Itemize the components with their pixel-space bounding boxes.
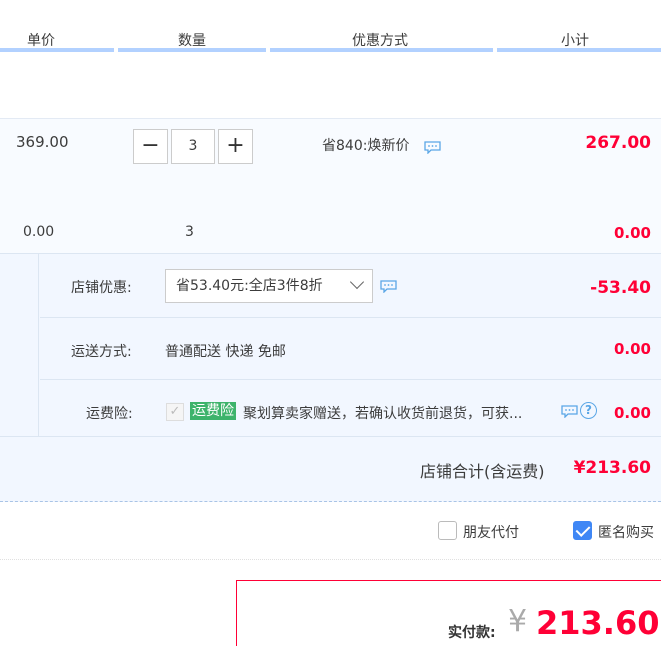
col-header-price: 单价 <box>27 33 55 49</box>
quantity-input[interactable]: 3 <box>171 129 215 164</box>
insurance-label: 运费险: <box>86 406 133 422</box>
payment-label: 实付款: <box>448 625 496 641</box>
shop-discount-selected: 省53.40元:全店3件8折 <box>176 278 323 294</box>
increase-quantity-button[interactable]: + <box>218 129 253 164</box>
shop-total-value: ¥213.60 <box>573 458 651 478</box>
insurance-description: 聚划算卖家赠送，若确认收货前退货，可获... <box>243 406 523 422</box>
gift-quantity: 3 <box>185 224 194 240</box>
shop-discount-select[interactable]: 省53.40元:全店3件8折 <box>165 269 373 303</box>
question-circle-icon[interactable]: ? <box>580 402 597 419</box>
anonymous-purchase-checkbox[interactable] <box>573 521 592 540</box>
decrease-quantity-button[interactable]: − <box>133 129 168 164</box>
chevron-down-icon <box>349 274 365 290</box>
gift-subtotal: 0.00 <box>613 224 651 242</box>
col-header-promotion: 优惠方式 <box>352 33 408 49</box>
shop-total-label: 店铺合计(含运费) <box>420 462 545 481</box>
anonymous-purchase-label[interactable]: 匿名购买 <box>598 522 654 542</box>
header-divider <box>118 48 266 52</box>
item-unit-price: 369.00 <box>16 133 69 151</box>
header-divider <box>270 48 493 52</box>
header-divider <box>497 48 661 52</box>
shop-left-strip <box>0 254 39 437</box>
item-subtotal: 267.00 <box>585 133 651 153</box>
friend-pay-checkbox[interactable] <box>438 521 457 540</box>
col-header-subtotal: 小计 <box>561 33 589 49</box>
payment-currency: ¥ <box>508 604 528 639</box>
friend-pay-label[interactable]: 朋友代付 <box>463 522 519 542</box>
insurance-tag: 运费险 <box>190 402 236 420</box>
order-options-row <box>0 502 661 560</box>
shipping-value: 普通配送 快递 免邮 <box>165 344 286 360</box>
message-bubble-icon[interactable] <box>424 141 441 154</box>
shipping-amount: 0.00 <box>613 340 651 358</box>
table-header: 单价 数量 优惠方式 小计 <box>0 0 661 52</box>
message-bubble-icon[interactable] <box>380 280 397 293</box>
message-bubble-icon[interactable] <box>561 405 578 418</box>
shipping-row <box>40 318 661 380</box>
item-promotion: 省840:焕新价 <box>322 138 410 154</box>
header-divider <box>0 48 114 52</box>
shop-total-row <box>0 436 661 502</box>
gift-unit-price: 0.00 <box>23 224 55 240</box>
shipping-label: 运送方式: <box>71 344 132 360</box>
insurance-checkbox: ✓ <box>166 403 184 421</box>
shop-discount-amount: -53.40 <box>590 278 651 298</box>
insurance-amount: 0.00 <box>613 404 651 422</box>
payment-amount: 213.60 <box>536 604 660 642</box>
col-header-quantity: 数量 <box>178 33 206 49</box>
shop-discount-label: 店铺优惠: <box>71 280 132 296</box>
